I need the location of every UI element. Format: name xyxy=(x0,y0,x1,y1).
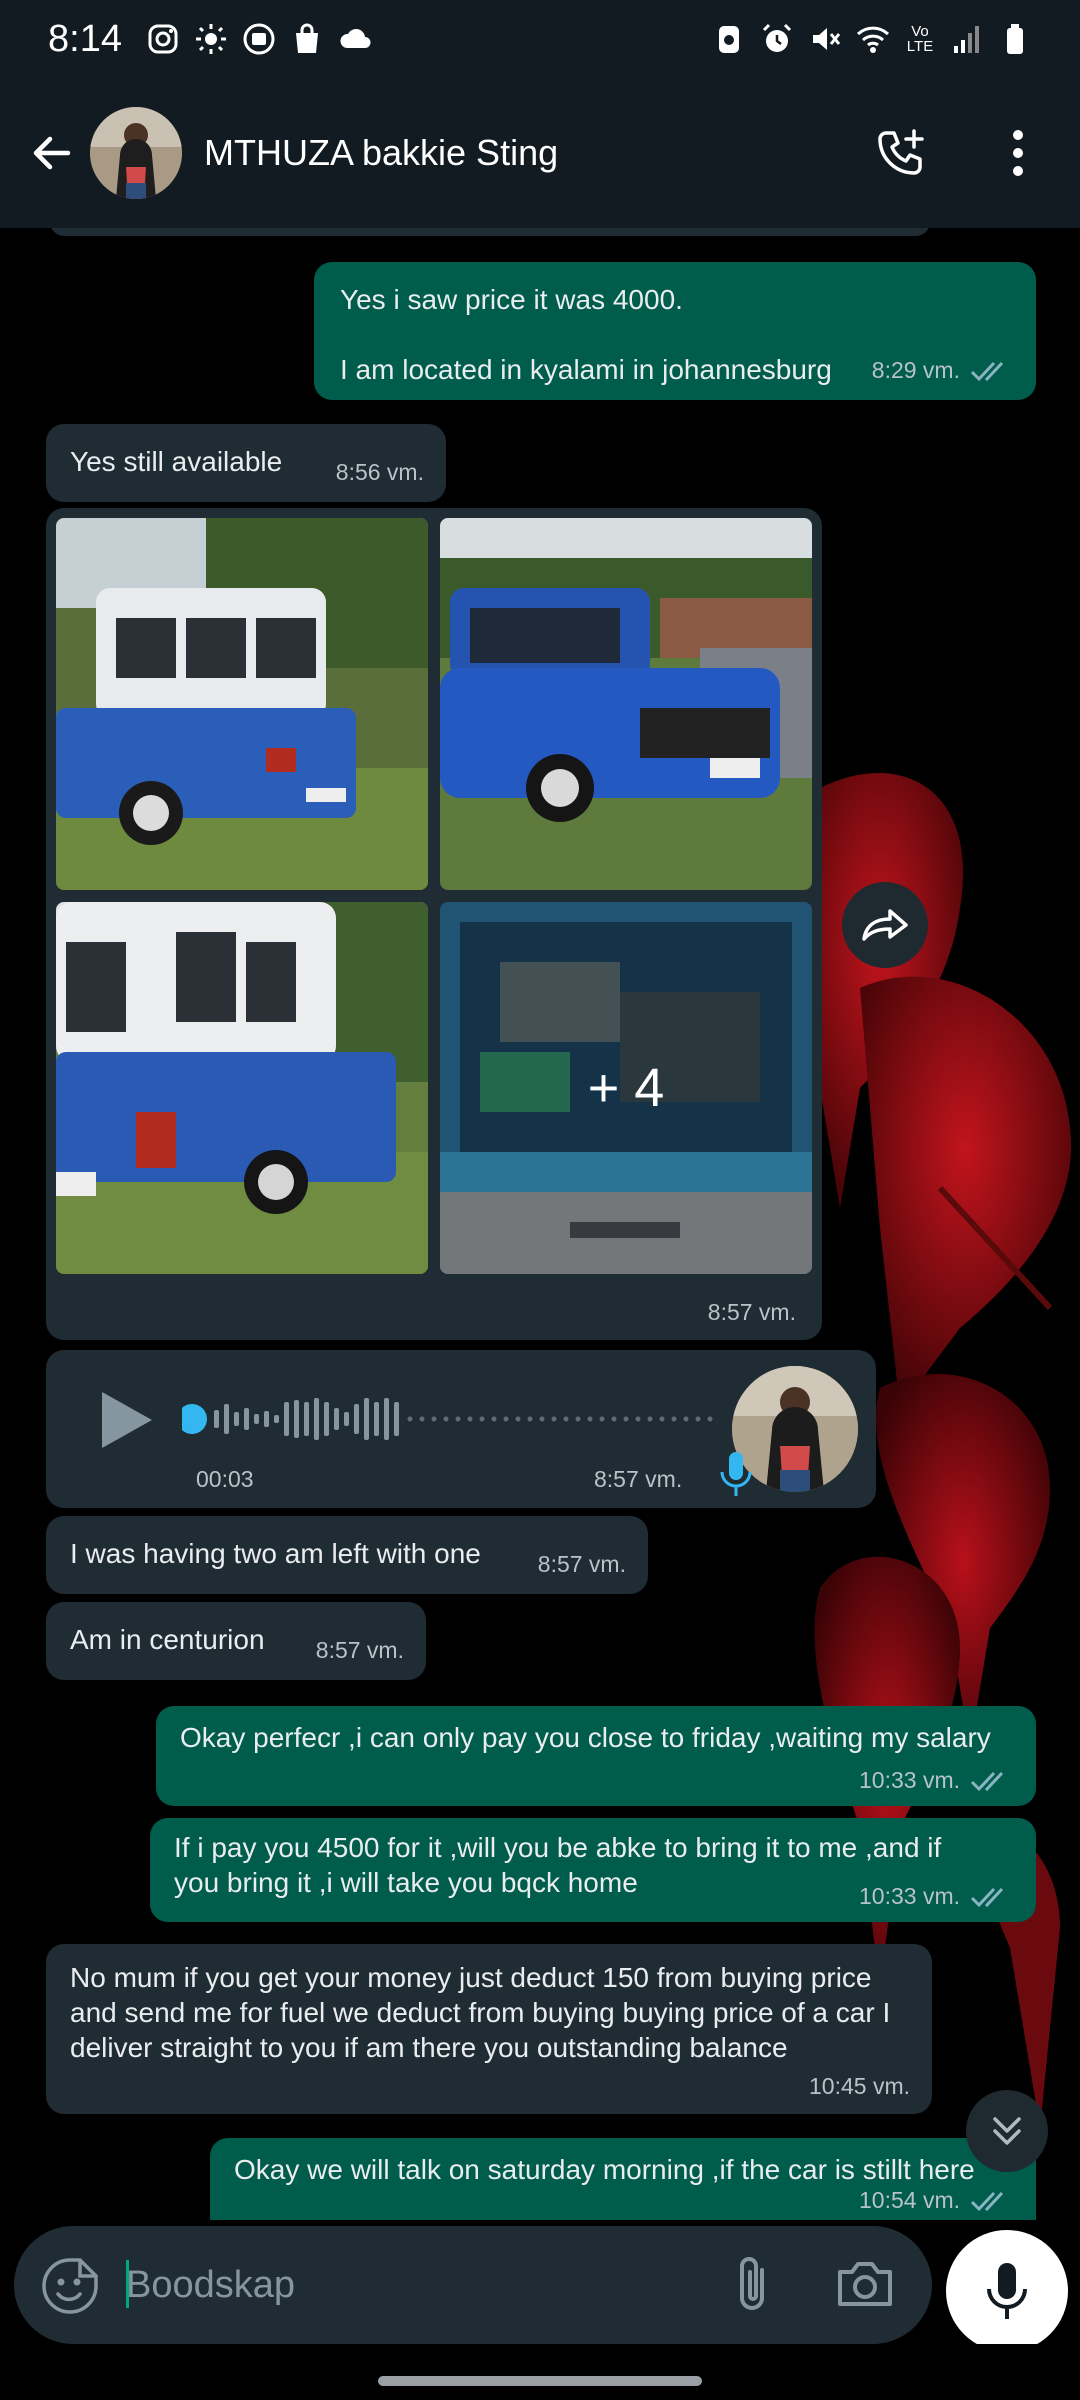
status-bar: 8:14 Vo LTE xyxy=(0,0,1080,78)
message-time: 8:57 vm. xyxy=(594,1466,683,1492)
message-time: 8:29 vm. xyxy=(871,357,960,383)
message-time: 8:57 vm. xyxy=(315,1637,404,1663)
message-text: No mum if you get your money just deduct… xyxy=(70,1962,891,2063)
message-meta: 8:56 vm. xyxy=(336,455,424,490)
video-app-icon xyxy=(242,22,276,56)
message-text: Am in centurion xyxy=(70,1624,265,1655)
message-meta: 8:57 vm. xyxy=(708,1299,796,1326)
voice-waveform[interactable] xyxy=(182,1394,732,1444)
paperclip-icon[interactable] xyxy=(722,2252,782,2318)
message-composer xyxy=(0,2220,1080,2344)
scroll-to-bottom-button[interactable] xyxy=(966,2090,1048,2172)
message-incoming[interactable]: Yes still available 8:56 vm. xyxy=(46,424,446,502)
camera-icon[interactable] xyxy=(834,2254,896,2314)
system-nav-bar xyxy=(0,2344,1080,2400)
message-outgoing[interactable]: Okay we will talk on saturday morning ,i… xyxy=(210,2138,1036,2220)
read-ticks-icon xyxy=(970,1887,1004,1907)
more-options-button[interactable] xyxy=(990,125,1046,181)
message-input-container[interactable] xyxy=(14,2226,932,2344)
message-text: I was having two am left with one xyxy=(70,1538,481,1569)
message-time: 8:57 vm. xyxy=(707,1299,796,1325)
voice-message[interactable]: 00:03 8:57 vm. xyxy=(46,1350,876,1508)
album-photo[interactable] xyxy=(56,518,428,890)
message-time: 10:54 vm. xyxy=(859,2187,960,2213)
message-time: 10:45 vm. xyxy=(809,2073,910,2099)
arrow-left-icon xyxy=(33,136,71,170)
forward-button[interactable] xyxy=(842,882,928,968)
previous-message-edge xyxy=(50,228,930,236)
mic-icon xyxy=(987,2263,1027,2319)
add-call-button[interactable] xyxy=(874,125,930,181)
message-incoming[interactable]: I was having two am left with one 8:57 v… xyxy=(46,1516,648,1594)
voice-duration: 00:03 xyxy=(196,1466,254,1492)
alarm-icon xyxy=(760,22,794,56)
message-incoming[interactable]: No mum if you get your money just deduct… xyxy=(46,1944,932,2114)
chat-area[interactable]: Yes i saw price it was 4000. I am locate… xyxy=(0,228,1080,2220)
mic-badge-icon xyxy=(720,1452,752,1496)
read-ticks-icon xyxy=(970,1771,1004,1791)
message-text: Yes i saw price it was 4000. I am locate… xyxy=(340,284,832,385)
instagram-icon xyxy=(146,22,180,56)
signal-icon xyxy=(950,22,984,56)
message-outgoing[interactable]: If i pay you 4500 for it ,will you be ab… xyxy=(150,1818,1036,1922)
read-ticks-icon xyxy=(970,2191,1004,2211)
message-meta: 10:33 vm. xyxy=(859,1763,1014,1798)
album-photo-more[interactable]: + 4 xyxy=(440,902,812,1274)
back-button[interactable] xyxy=(20,121,84,185)
message-outgoing[interactable]: Okay perfecr ,i can only pay you close t… xyxy=(156,1706,1036,1806)
add-call-icon xyxy=(878,129,924,175)
message-outgoing[interactable]: Yes i saw price it was 4000. I am locate… xyxy=(314,262,1036,400)
contact-avatar[interactable] xyxy=(90,107,182,199)
status-time: 8:14 xyxy=(48,17,122,60)
message-meta: 10:33 vm. xyxy=(859,1879,1014,1914)
message-text: Okay perfecr ,i can only pay you close t… xyxy=(180,1722,991,1753)
message-time: 10:33 vm. xyxy=(859,1883,960,1909)
message-time: 10:33 vm. xyxy=(859,1767,960,1793)
read-ticks-icon xyxy=(970,361,1004,381)
play-icon[interactable] xyxy=(96,1388,156,1452)
home-gesture-handle[interactable] xyxy=(378,2376,702,2386)
shopping-bag-icon xyxy=(290,22,324,56)
double-chevron-down-icon xyxy=(993,2117,1021,2145)
message-time: 8:56 vm. xyxy=(335,459,424,485)
message-incoming[interactable]: Am in centurion 8:57 vm. xyxy=(46,1602,426,1680)
network-type-label: Vo LTE xyxy=(906,23,934,55)
contact-name[interactable]: MTHUZA bakkie Sting xyxy=(204,132,558,174)
message-time: 8:57 vm. xyxy=(537,1551,626,1577)
message-text: Yes still available xyxy=(70,446,283,477)
brightness-icon xyxy=(194,22,228,56)
sticker-icon[interactable] xyxy=(40,2256,100,2316)
message-text: If i pay you 4500 for it ,will you be ab… xyxy=(174,1832,942,1898)
cloud-icon xyxy=(338,22,372,56)
message-meta: 10:54 vm. xyxy=(859,2183,1014,2218)
message-input[interactable] xyxy=(126,2246,726,2324)
message-meta: 10:45 vm. xyxy=(809,2069,910,2104)
battery-icon xyxy=(998,22,1032,56)
photo-album-message[interactable]: + 4 8:57 vm. xyxy=(46,508,822,1340)
album-photo[interactable] xyxy=(440,518,812,890)
forward-icon xyxy=(862,909,908,941)
album-photo[interactable] xyxy=(56,902,428,1274)
recycle-icon xyxy=(712,22,746,56)
mute-icon xyxy=(808,22,842,56)
wifi-icon xyxy=(856,22,890,56)
more-vert-icon xyxy=(1013,130,1023,176)
text-caret xyxy=(126,2260,129,2308)
album-more-count: + 4 xyxy=(440,902,812,1274)
message-meta: 8:57 vm. xyxy=(316,1633,404,1668)
chat-header: MTHUZA bakkie Sting xyxy=(0,78,1080,228)
message-text: Okay we will talk on saturday morning ,i… xyxy=(234,2154,975,2185)
message-meta: 8:29 vm. xyxy=(872,353,1014,388)
voice-record-button[interactable] xyxy=(946,2230,1068,2352)
message-meta: 8:57 vm. xyxy=(538,1547,626,1582)
